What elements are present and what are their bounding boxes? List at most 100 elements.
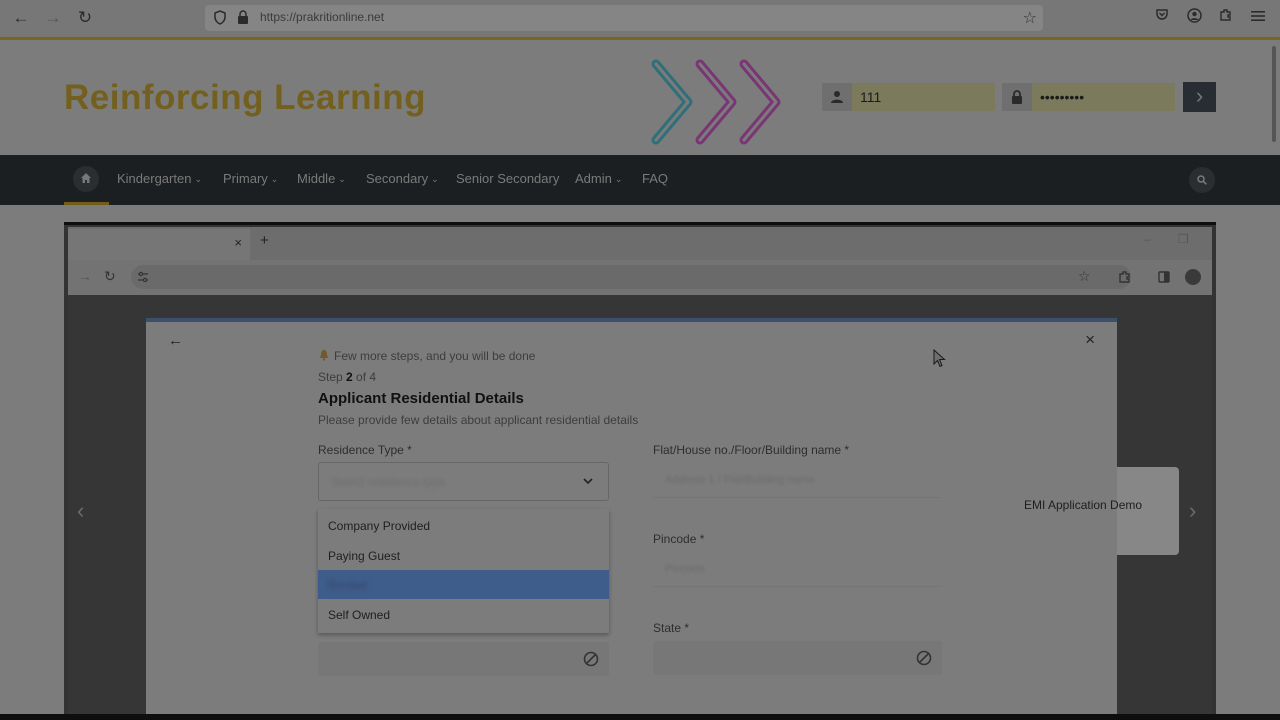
close-tab-icon[interactable]: × [234,235,242,250]
forward-button[interactable]: → [42,8,64,28]
username-field[interactable]: 111 [822,83,995,111]
page-scrollbar[interactable] [1272,46,1276,142]
user-icon [822,83,852,111]
form-subtitle: Please provide few details about applica… [318,413,639,427]
option-label: Self Owned [328,608,391,622]
step-hint-text: Few more steps, and you will be done [334,349,536,363]
nav-admin[interactable]: Admin ⌄ [575,171,622,186]
nav-label: Admin [575,171,612,186]
residence-type-placeholder: Select residence type [331,475,446,489]
disabled-icon [916,650,932,666]
reload-icon[interactable]: ↻ [104,268,116,285]
pincode-label: Pincode * [653,532,705,546]
login-submit-button[interactable]: › [1183,82,1216,112]
account-icon[interactable] [1184,8,1204,28]
bottom-strip [0,714,1280,720]
password-value: ••••••••• [1040,89,1085,105]
home-button[interactable] [73,166,99,192]
carousel-next-button[interactable]: › [1189,498,1196,524]
nav-label: Primary [223,171,268,186]
nav-label: FAQ [642,171,669,186]
extensions-icon[interactable] [1216,8,1236,28]
option-self-owned[interactable]: Self Owned [318,600,609,629]
site-settings-icon[interactable] [137,271,149,283]
option-label: Paying Guest [328,549,401,563]
chevron-down-icon [583,478,593,485]
chevron-down-icon: ⌄ [431,174,439,184]
site-logo[interactable] [648,54,800,150]
nav-label: Secondary [366,171,429,186]
chevron-down-icon: ⌄ [338,174,346,184]
back-button[interactable]: ← [10,8,32,28]
shield-icon [214,10,226,25]
state-label: State * [653,621,690,635]
chevron-down-icon: ⌄ [614,174,623,184]
disabled-icon [583,651,599,667]
forward-icon[interactable]: → [78,268,92,284]
option-company-provided[interactable]: Company Provided [318,511,609,540]
minimize-icon[interactable]: – [1144,232,1151,246]
pincode-input[interactable]: Pincode [653,551,942,587]
application-modal: ← × Few more steps, and you will be done… [146,318,1117,720]
nav-label: Senior Secondary [456,171,560,186]
main-nav: Kindergarten ⌄ Primary ⌄ Middle ⌄ Secondary… [0,155,1280,205]
option-paying-guest[interactable]: Paying Guest [318,541,609,570]
nav-senior-secondary[interactable]: Senior Secondary [456,171,559,186]
menu-icon[interactable] [1248,8,1268,28]
lock-icon [238,10,248,24]
browser-toolbar: ← → ↻ https://prakritionline.net ☆ [0,0,1280,37]
inner-tab-bar: × + – ❐ [68,227,1212,260]
carousel-caption: EMI Application Demo [1024,498,1143,512]
step-count: Step 2 of 4 [318,370,376,384]
city-field[interactable] [318,642,609,676]
form-title: Applicant Residential Details [318,390,524,407]
option-label: Company Provided [328,519,431,533]
embedded-screenshot: × + – ❐ → ↻ ☆ ← × Few more steps, and yo… [64,222,1216,720]
close-icon[interactable]: × [1085,330,1095,350]
reload-button[interactable]: ↻ [74,8,96,28]
nav-faq[interactable]: FAQ [642,171,668,186]
nav-label: Kindergarten [117,171,192,186]
username-value: 111 [860,89,882,105]
new-tab-icon[interactable]: + [260,232,269,249]
bookmark-star-icon[interactable]: ☆ [1023,8,1037,28]
address-bar[interactable]: https://prakritionline.net ☆ [205,5,1043,31]
inner-address-bar[interactable] [131,265,1131,289]
nav-primary[interactable]: Primary ⌄ [223,171,278,186]
chevron-down-icon: ⌄ [194,174,202,184]
nav-middle[interactable]: Middle ⌄ [297,171,346,186]
step-prefix: Step [318,370,347,384]
nav-label: Middle [297,171,336,186]
lock-icon [1002,83,1032,111]
password-field[interactable]: ••••••••• [1002,83,1175,111]
chevron-down-icon: ⌄ [270,174,279,184]
flat-input[interactable]: Address 1 / Flat/Building name [653,462,942,498]
option-rented[interactable]: Rented [318,570,609,599]
nav-secondary[interactable]: Secondary ⌄ [366,171,439,186]
mouse-cursor-icon [933,349,946,368]
extensions-icon[interactable] [1118,270,1132,284]
step-suffix: of 4 [352,370,377,384]
bookmark-star-icon[interactable]: ☆ [1078,268,1091,285]
bell-emoji-icon [320,350,328,361]
inner-tab[interactable]: × [68,229,250,260]
search-icon [1197,175,1207,185]
back-arrow-icon[interactable]: ← [168,332,183,349]
home-icon [81,173,91,183]
option-label: Rented [328,578,367,592]
carousel-prev-button[interactable]: ‹ [77,498,84,524]
flat-placeholder: Address 1 / Flat/Building name [665,474,815,486]
state-field[interactable] [653,641,942,675]
step-hint: Few more steps, and you will be done [318,349,535,363]
search-button[interactable] [1189,167,1215,193]
flat-label: Flat/House no./Floor/Building name * [653,443,850,457]
profile-avatar[interactable] [1185,269,1201,285]
pincode-placeholder: Pincode [665,563,705,575]
pocket-icon[interactable] [1152,8,1172,28]
nav-kindergarten[interactable]: Kindergarten ⌄ [117,171,202,186]
site-header: Reinforcing Learning 111 ••••••••• › [0,40,1280,155]
site-title[interactable]: Reinforcing Learning [64,78,426,118]
sidebar-icon[interactable] [1158,271,1170,283]
restore-icon[interactable]: ❐ [1178,232,1189,246]
residence-type-select[interactable]: Select residence type [318,462,609,501]
